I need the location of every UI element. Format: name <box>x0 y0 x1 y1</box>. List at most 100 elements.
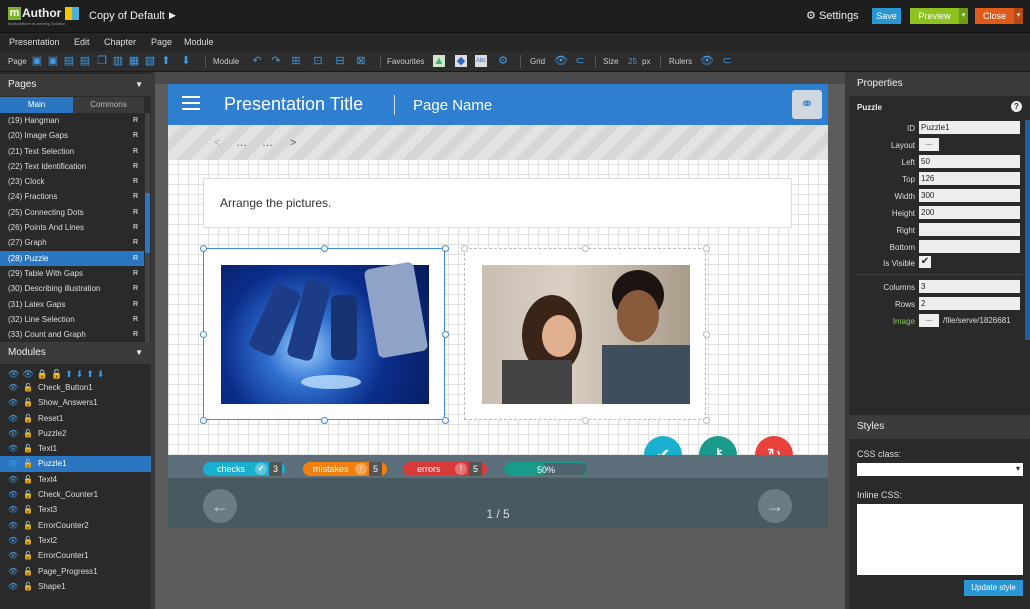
puzzle-module[interactable] <box>461 245 710 424</box>
module-list-item[interactable]: 👁 🔓 Text3 <box>0 502 151 517</box>
lock-icon[interactable]: 🔓 <box>23 380 33 395</box>
inline-css-input[interactable] <box>857 504 1023 575</box>
nav-ellipsis[interactable]: … <box>262 137 273 149</box>
module-list-item[interactable]: 👁 🔓 Text2 <box>0 533 151 548</box>
lock-icon[interactable]: 🔓 <box>23 472 33 487</box>
right-field[interactable] <box>919 223 1020 236</box>
lock-icon[interactable]: 🔓 <box>23 579 33 594</box>
page-list-scrollbar[interactable] <box>145 113 150 343</box>
nav-ellipsis[interactable]: … <box>236 137 247 149</box>
align-icon[interactable]: ⊞ <box>290 55 302 67</box>
module-list-item[interactable]: 👁 🔓 Puzzle1 <box>0 456 151 472</box>
lock-icon[interactable]: 🔓 <box>23 502 33 517</box>
lock-icon[interactable]: 🔓 <box>23 441 33 456</box>
lock-icon[interactable]: 🔓 <box>23 548 33 563</box>
grid-snap-icon[interactable]: ⊂ <box>574 55 586 67</box>
menu-page[interactable]: Page <box>151 37 172 47</box>
page-list-item[interactable]: (24) Fractions R <box>0 189 144 204</box>
resize-icon[interactable]: ⊠ <box>355 55 367 67</box>
menu-module[interactable]: Module <box>184 37 214 47</box>
shape-module-icon[interactable]: ◆ <box>455 55 467 67</box>
chevron-down-icon[interactable]: ▾ <box>1014 8 1023 24</box>
settings-button[interactable]: ⚙ Settings <box>806 9 859 22</box>
ruler[interactable] <box>155 72 845 84</box>
width-field[interactable]: 300 <box>919 189 1020 202</box>
chevron-down-icon[interactable]: ▼ <box>135 80 143 89</box>
eye-icon[interactable]: 👁 <box>8 456 18 471</box>
module-list-item[interactable]: 👁 🔓 Puzzle2 <box>0 426 151 441</box>
eye-icon[interactable]: 👁 <box>8 380 18 395</box>
eye-icon[interactable]: 👁 <box>8 411 18 426</box>
lock-icon[interactable]: 🔓 <box>23 564 33 579</box>
id-field[interactable]: Puzzle1 <box>919 121 1020 134</box>
page-list-item[interactable]: (22) Text Identification R <box>0 159 144 174</box>
eye-icon[interactable]: 👁 <box>8 564 18 579</box>
close-button[interactable]: Close ▾ <box>975 8 1023 24</box>
tab-main[interactable]: Main <box>0 97 73 113</box>
puzzle-module-selected[interactable] <box>200 245 449 424</box>
delete-page-icon[interactable]: ▦ <box>128 55 140 67</box>
lock-icon[interactable]: 🔓 <box>23 411 33 426</box>
lock-icon[interactable]: 🔓 <box>23 456 33 471</box>
page-list-item[interactable]: (25) Connecting Dots R <box>0 205 144 220</box>
eye-icon[interactable]: 👁 <box>8 579 18 594</box>
page-list-item[interactable]: (27) Graph R <box>0 235 144 250</box>
redo-icon[interactable]: ↷ <box>270 55 282 67</box>
grid-visibility-icon[interactable]: 👁 <box>554 55 568 67</box>
module-list-item[interactable]: 👁 🔓 Show_Answers1 <box>0 395 151 410</box>
columns-field[interactable]: 3 <box>919 280 1020 293</box>
eye-icon[interactable]: 👁 <box>8 441 18 456</box>
page-list-item[interactable]: (23) Clock R <box>0 174 144 189</box>
microscope-image[interactable] <box>221 261 429 404</box>
menu-edit[interactable]: Edit <box>74 37 90 47</box>
page-settings-icon[interactable]: ▥ <box>112 55 124 67</box>
eye-icon[interactable]: 👁 <box>8 533 18 548</box>
page-list-item[interactable]: (19) Hangman R <box>0 113 144 128</box>
add-page-icon[interactable]: ▣ <box>31 55 43 67</box>
eye-icon[interactable]: 👁 <box>8 502 18 517</box>
menu-chapter[interactable]: Chapter <box>104 37 136 47</box>
undo-icon[interactable]: ↶ <box>251 55 263 67</box>
rulers-snap-icon[interactable]: ⊂ <box>721 55 733 67</box>
layout-button[interactable]: ... <box>919 138 939 151</box>
preview-button[interactable]: Preview ▾ <box>910 8 968 24</box>
update-style-button[interactable]: Update style <box>964 580 1023 596</box>
image-module-icon[interactable]: ▲ <box>433 55 445 67</box>
module-list-item[interactable]: 👁 🔓 Check_Button1 <box>0 380 151 395</box>
nav-next[interactable]: > <box>290 137 296 149</box>
module-list-item[interactable]: 👁 🔓 Reset1 <box>0 411 151 426</box>
module-list-item[interactable]: 👁 🔓 ErrorCounter2 <box>0 518 151 533</box>
page-list-item[interactable]: (28) Puzzle R <box>0 250 144 266</box>
bottom-field[interactable] <box>919 240 1020 253</box>
module-list-item[interactable]: 👁 🔓 Text4 <box>0 472 151 487</box>
page-list-item[interactable]: (30) Describing illustration R <box>0 281 144 296</box>
copy-page-icon[interactable]: ▤ <box>63 55 75 67</box>
menu-presentation[interactable]: Presentation <box>9 37 60 47</box>
lock-icon[interactable]: 🔓 <box>23 518 33 533</box>
page-list-item[interactable]: (21) Text Selection R <box>0 144 144 159</box>
lock-icon[interactable]: 🔓 <box>23 487 33 502</box>
eye-icon[interactable]: 👁 <box>8 518 18 533</box>
hamburger-menu-icon[interactable] <box>182 96 202 112</box>
lock-icon[interactable]: 🔓 <box>23 395 33 410</box>
page-list-item[interactable]: (33) Count and Graph R <box>0 327 144 342</box>
add-chapter-icon[interactable]: ▣ <box>47 55 59 67</box>
module-list-item[interactable]: 👁 🔓 Check_Counter1 <box>0 487 151 502</box>
tab-commons[interactable]: Commons <box>73 97 144 113</box>
arrow-down-icon[interactable]: ⬇ <box>180 55 192 67</box>
page-list-item[interactable]: (29) Table With Gaps R <box>0 266 144 281</box>
visible-checkbox[interactable]: ✔ <box>919 256 931 268</box>
properties-scrollbar[interactable] <box>1025 120 1030 340</box>
text-module-icon[interactable]: Abc <box>475 55 487 67</box>
module-list-item[interactable]: 👁 🔓 Shape1 <box>0 579 151 594</box>
page-list-item[interactable]: (31) Latex Gaps R <box>0 297 144 312</box>
arrow-up-icon[interactable]: ⬆ <box>160 55 172 67</box>
help-icon[interactable]: ? <box>1011 101 1022 112</box>
module-list-item[interactable]: 👁 🔓 ErrorCounter1 <box>0 548 151 563</box>
css-class-select[interactable]: ▾ <box>857 463 1023 476</box>
mauthor-logo[interactable]: m Author Multiplatform eLearning Solutio… <box>8 6 79 27</box>
lock-icon[interactable]: 🔓 <box>23 426 33 441</box>
save-button[interactable]: Save <box>872 8 901 24</box>
eye-icon[interactable]: 👁 <box>8 426 18 441</box>
paste-page-icon[interactable]: ▤ <box>79 55 91 67</box>
